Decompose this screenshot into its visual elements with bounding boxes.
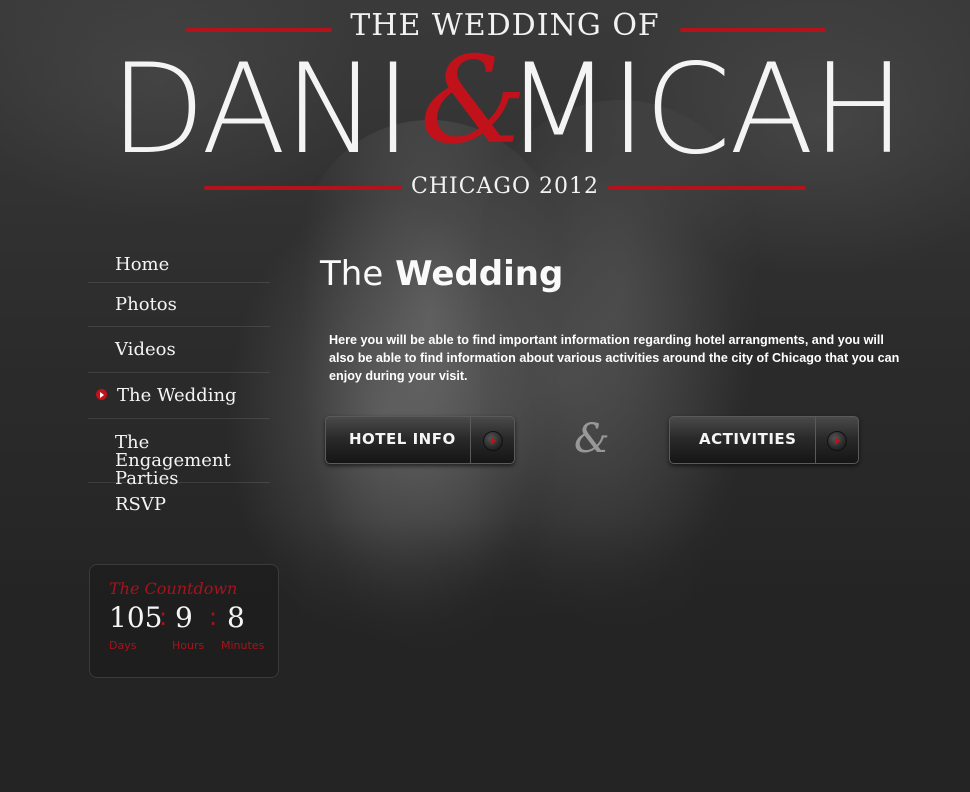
countdown-widget: The Countdown 105 : 9 : 8 Days Hours Min… bbox=[89, 564, 279, 678]
nav-item-label: The Wedding bbox=[117, 385, 237, 406]
nav-item-label: Photos bbox=[115, 294, 177, 315]
nav-item-rsvp[interactable]: RSVP bbox=[88, 483, 270, 523]
couple-names: DANI & MICAH bbox=[110, 38, 905, 182]
nav-item-label: Home bbox=[115, 254, 170, 275]
page-title: The Wedding bbox=[320, 254, 563, 294]
sidebar-nav: Home Photos Videos The Wedding The Engag… bbox=[88, 244, 270, 523]
header-location: CHICAGO 2012 bbox=[410, 174, 600, 199]
nav-item-photos[interactable]: Photos bbox=[88, 283, 270, 327]
nav-item-engagement-parties[interactable]: The Engagement Parties bbox=[88, 419, 270, 488]
intro-text: Here you will be able to find important … bbox=[329, 333, 900, 383]
nav-item-label: RSVP bbox=[115, 494, 166, 515]
hotel-info-button[interactable]: HOTEL INFO bbox=[325, 416, 515, 464]
activities-label: ACTIVITIES bbox=[699, 430, 797, 448]
name-dani: DANI bbox=[110, 38, 411, 182]
name-micah: MICAH bbox=[505, 38, 905, 182]
countdown-days-label: Days bbox=[109, 639, 137, 652]
nav-item-videos[interactable]: Videos bbox=[88, 327, 270, 373]
button-divider bbox=[470, 417, 471, 463]
countdown-days-value: 105 bbox=[109, 601, 163, 634]
countdown-title: The Countdown bbox=[109, 579, 238, 598]
active-arrow-icon bbox=[96, 389, 107, 400]
nav-item-label: The Engagement Parties bbox=[115, 432, 231, 489]
ampersand-ornament: & bbox=[574, 416, 610, 462]
page-title-bold: Wedding bbox=[395, 254, 564, 294]
countdown-hours-label: Hours bbox=[172, 639, 205, 652]
arrow-right-icon bbox=[483, 431, 503, 451]
countdown-separator: : bbox=[209, 603, 218, 631]
nav-item-home[interactable]: Home bbox=[88, 244, 270, 283]
countdown-hours-value: 9 bbox=[175, 601, 193, 634]
activities-button[interactable]: ACTIVITIES bbox=[669, 416, 859, 464]
nav-item-the-wedding[interactable]: The Wedding bbox=[88, 373, 270, 419]
countdown-minutes-label: Minutes bbox=[221, 639, 265, 652]
countdown-minutes-value: 8 bbox=[227, 601, 245, 634]
page-title-light: The bbox=[320, 254, 384, 294]
hotel-info-label: HOTEL INFO bbox=[349, 430, 456, 448]
button-divider bbox=[815, 417, 816, 463]
nav-item-label: Videos bbox=[115, 339, 176, 360]
countdown-separator: : bbox=[159, 603, 168, 631]
arrow-right-icon bbox=[827, 431, 847, 451]
